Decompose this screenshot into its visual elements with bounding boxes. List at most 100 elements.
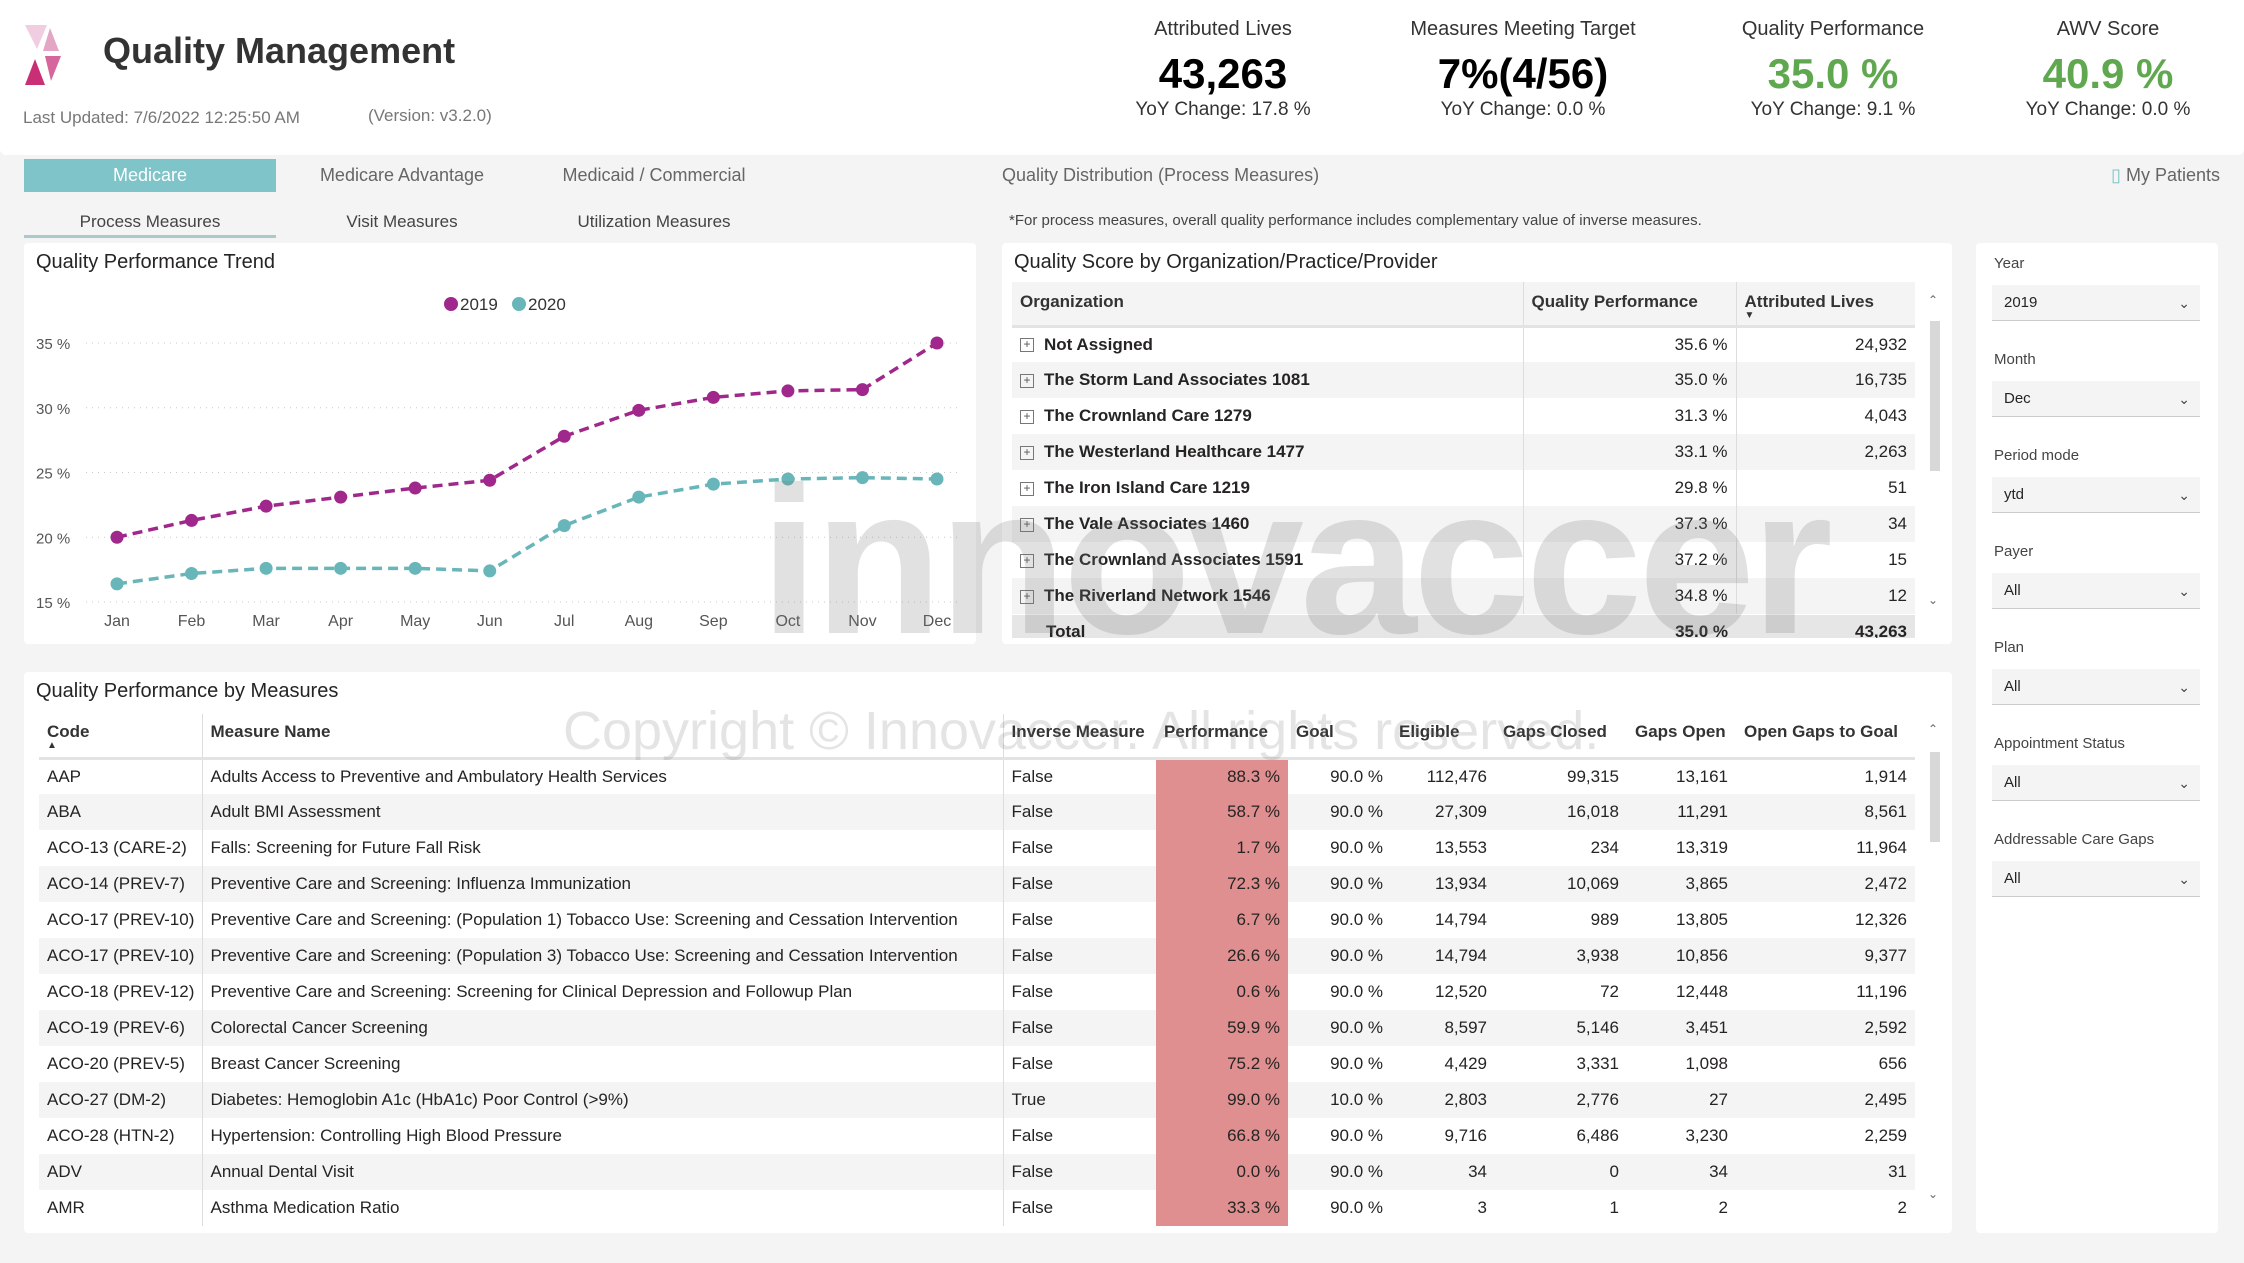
data-point-2019-jul[interactable] — [557, 429, 571, 443]
data-point-2020-jul[interactable] — [557, 519, 571, 533]
org-row[interactable]: + The Crownland Associates 1591 37.2 % 15 — [1012, 542, 1915, 578]
data-point-2019-jan[interactable] — [110, 530, 124, 544]
measure-row[interactable]: ABA Adult BMI Assessment False 58.7 % 90.0 %… — [39, 794, 1915, 830]
org-row[interactable]: + The Westerland Healthcare 1477 33.1 % 2,2… — [1012, 434, 1915, 470]
measure-row[interactable]: ACO-17 (PREV-10) Preventive Care and Scre… — [39, 938, 1915, 974]
filter-dropdown-appointment-status[interactable]: All ⌄ — [1992, 765, 2200, 801]
org-row[interactable]: + The Storm Land Associates 1081 35.0 % 16,… — [1012, 362, 1915, 398]
data-point-2019-sep[interactable] — [706, 390, 720, 404]
kpi-value: 43,263 — [1158, 50, 1288, 97]
expand-plus-icon[interactable]: + — [1020, 553, 1034, 568]
tab-medicaid-commercial[interactable]: Medicaid / Commercial — [528, 159, 780, 192]
measure-cell-open-gaps-to-goal: 2,592 — [1736, 1010, 1915, 1046]
measure-row[interactable]: AMR Asthma Medication Ratio False 33.3 % 90.… — [39, 1190, 1915, 1226]
measure-cell-open-gaps-to-goal: 8,561 — [1736, 794, 1915, 830]
measures-scrollbar[interactable] — [1930, 752, 1940, 842]
expand-plus-icon[interactable]: + — [1020, 481, 1034, 496]
column-header-gaps-closed[interactable]: Gaps Closed — [1495, 714, 1627, 758]
data-point-2020-apr[interactable] — [334, 561, 348, 575]
column-header-organization[interactable]: Organization — [1012, 282, 1524, 326]
subtab-utilization-measures[interactable]: Utilization Measures — [528, 212, 780, 237]
scroll-down-icon[interactable]: ⌄ — [1928, 1187, 1938, 1201]
column-header-open-gaps-to-goal[interactable]: Open Gaps to Goal — [1736, 714, 1915, 758]
filter-dropdown-year[interactable]: 2019 ⌄ — [1992, 285, 2200, 321]
data-point-2019-apr[interactable] — [334, 490, 348, 504]
column-header-quality-performance[interactable]: Quality Performance — [1523, 282, 1737, 326]
measure-row[interactable]: ACO-27 (DM-2) Diabetes: Hemoglobin A1c (H… — [39, 1082, 1915, 1118]
scroll-down-icon[interactable]: ⌄ — [1928, 593, 1938, 607]
data-point-2020-jun[interactable] — [483, 564, 497, 578]
legend-marker-2019[interactable] — [444, 297, 458, 311]
legend-label-2019[interactable]: 2019 — [460, 295, 498, 314]
tab-medicare[interactable]: Medicare — [24, 159, 276, 192]
quality-distribution-link[interactable]: Quality Distribution (Process Measures) — [1002, 159, 1319, 192]
measure-cell-code: ACO-20 (PREV-5) — [39, 1046, 203, 1082]
data-point-2020-nov[interactable] — [855, 471, 869, 485]
filter-dropdown-plan[interactable]: All ⌄ — [1992, 669, 2200, 705]
subtab-visit-measures[interactable]: Visit Measures — [276, 212, 528, 237]
measure-row[interactable]: AAP Adults Access to Preventive and Ambul… — [39, 758, 1915, 794]
my-patients-button[interactable]: ▯ My Patients — [2100, 159, 2220, 192]
measure-row[interactable]: ACO-19 (PREV-6) Colorectal Cancer Screeni… — [39, 1010, 1915, 1046]
expand-plus-icon[interactable]: + — [1020, 373, 1034, 388]
data-point-2019-dec[interactable] — [930, 336, 944, 350]
data-point-2020-may[interactable] — [408, 561, 422, 575]
legend-label-2020[interactable]: 2020 — [528, 295, 566, 314]
data-point-2020-jan[interactable] — [110, 577, 124, 591]
column-header-attributed-lives[interactable]: Attributed Lives ▼ — [1736, 282, 1915, 326]
measure-row[interactable]: ACO-14 (PREV-7) Preventive Care and Scree… — [39, 866, 1915, 902]
org-row[interactable]: + The Vale Associates 1460 37.3 % 34 — [1012, 506, 1915, 542]
org-row[interactable]: + The Iron Island Care 1219 29.8 % 51 — [1012, 470, 1915, 506]
measure-row[interactable]: ACO-17 (PREV-10) Preventive Care and Scre… — [39, 902, 1915, 938]
data-point-2020-aug[interactable] — [632, 490, 646, 504]
measure-row[interactable]: ADV Annual Dental Visit False 0.0 % 90.0 % 34… — [39, 1154, 1915, 1190]
filter-dropdown-addressable-care-gaps[interactable]: All ⌄ — [1992, 861, 2200, 897]
kpi-label: AWV Score — [2056, 18, 2160, 40]
measure-row[interactable]: ACO-28 (HTN-2) Hypertension: Controlling … — [39, 1118, 1915, 1154]
data-point-2020-dec[interactable] — [930, 472, 944, 486]
data-point-2020-oct[interactable] — [781, 472, 795, 486]
expand-plus-icon[interactable]: + — [1020, 445, 1034, 460]
filter-dropdown-payer[interactable]: All ⌄ — [1992, 573, 2200, 609]
data-point-2019-oct[interactable] — [781, 384, 795, 398]
data-point-2019-feb[interactable] — [185, 513, 199, 527]
data-point-2020-sep[interactable] — [706, 477, 720, 491]
cell-text: Preventive Care and Screening: Influenza… — [210, 874, 632, 893]
scroll-up-icon[interactable]: ⌃ — [1928, 722, 1938, 736]
column-header-performance[interactable]: Performance — [1156, 714, 1288, 758]
filter-dropdown-period-mode[interactable]: ytd ⌄ — [1992, 477, 2200, 513]
data-point-2020-mar[interactable] — [259, 561, 273, 575]
org-row[interactable]: + Not Assigned 35.6 % 24,932 — [1012, 326, 1915, 362]
cell-text: 13,934 — [1435, 874, 1487, 893]
data-point-2019-mar[interactable] — [259, 499, 273, 513]
expand-plus-icon[interactable]: + — [1020, 589, 1034, 604]
org-cell: 16,735 — [1736, 362, 1915, 398]
expand-plus-icon[interactable]: + — [1020, 409, 1034, 424]
legend-marker-2020[interactable] — [512, 297, 526, 311]
expand-plus-icon[interactable]: + — [1020, 517, 1034, 532]
data-point-2020-feb[interactable] — [185, 567, 199, 581]
data-point-2019-jun[interactable] — [483, 473, 497, 487]
tab-medicare-advantage[interactable]: Medicare Advantage — [276, 159, 528, 192]
cell-text: 3,865 — [1685, 874, 1728, 893]
measure-row[interactable]: ACO-13 (CARE-2) Falls: Screening for Futu… — [39, 830, 1915, 866]
org-scrollbar[interactable] — [1930, 321, 1940, 471]
column-header-gaps-open[interactable]: Gaps Open — [1627, 714, 1736, 758]
data-point-2019-may[interactable] — [408, 481, 422, 495]
filter-dropdown-month[interactable]: Dec ⌄ — [1992, 381, 2200, 417]
scroll-up-icon[interactable]: ⌃ — [1928, 293, 1938, 307]
column-header-inverse-measure[interactable]: Inverse Measure — [1003, 714, 1156, 758]
measure-row[interactable]: ACO-20 (PREV-5) Breast Cancer Screening Fa… — [39, 1046, 1915, 1082]
measure-cell-inverse-measure: False — [1003, 1190, 1156, 1226]
measure-row[interactable]: ACO-18 (PREV-12) Preventive Care and Scre… — [39, 974, 1915, 1010]
column-header-measure-name[interactable]: Measure Name — [202, 714, 1004, 758]
column-header-code[interactable]: Code ▲ — [39, 714, 203, 758]
data-point-2019-nov[interactable] — [855, 383, 869, 397]
data-point-2019-aug[interactable] — [632, 403, 646, 417]
subtab-process-measures[interactable]: Process Measures — [24, 212, 276, 237]
expand-plus-icon[interactable]: + — [1020, 338, 1034, 353]
org-row[interactable]: + The Crownland Care 1279 31.3 % 4,043 — [1012, 398, 1915, 434]
column-header-goal[interactable]: Goal — [1288, 714, 1391, 758]
org-row[interactable]: + The Riverland Network 1546 34.8 % 12 — [1012, 578, 1915, 614]
column-header-eligible[interactable]: Eligible — [1391, 714, 1495, 758]
